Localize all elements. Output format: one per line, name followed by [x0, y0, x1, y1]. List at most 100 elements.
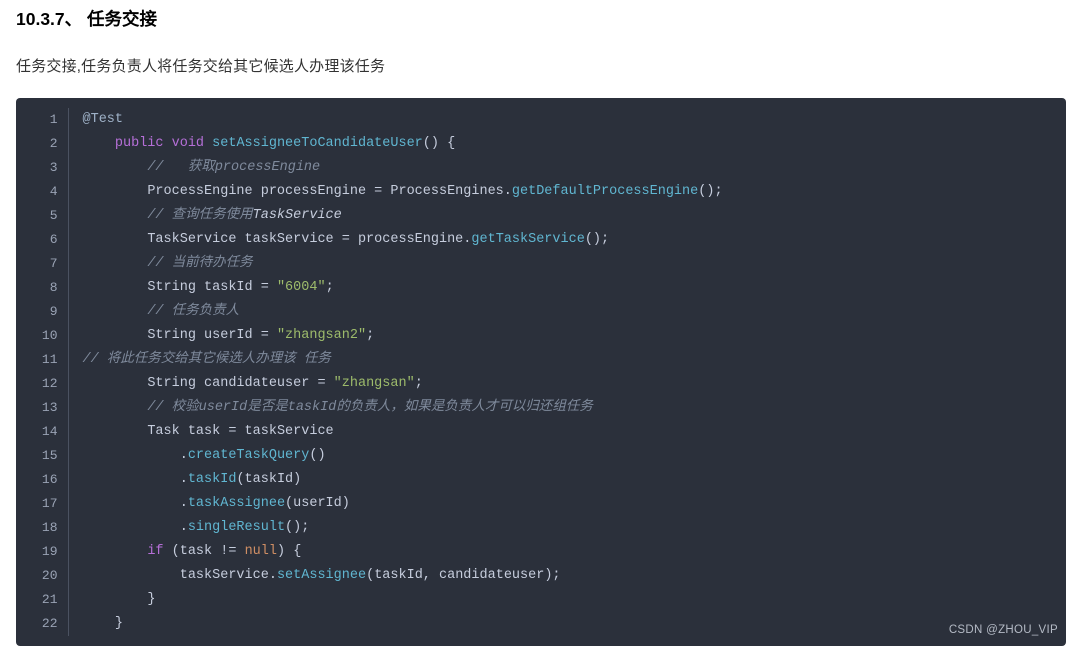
- code-cell: ProcessEngine processEngine = ProcessEng…: [68, 180, 1066, 204]
- code-token: ();: [585, 232, 609, 247]
- code-token: String candidateuser: [147, 376, 317, 391]
- code-cell: TaskService taskService = processEngine.…: [68, 228, 1066, 252]
- code-cell: .createTaskQuery(): [68, 444, 1066, 468]
- watermark: CSDN @ZHOU_VIP: [949, 618, 1058, 642]
- code-token: .: [180, 496, 188, 511]
- code-cell: // 获取processEngine: [68, 156, 1066, 180]
- line-number: 2: [16, 132, 68, 156]
- code-token: ;: [326, 280, 334, 295]
- line-number: 21: [16, 588, 68, 612]
- code-line: 4 ProcessEngine processEngine = ProcessE…: [16, 180, 1066, 204]
- code-token: singleResult: [188, 520, 285, 535]
- code-cell: String userId = "zhangsan2";: [68, 324, 1066, 348]
- line-number: 14: [16, 420, 68, 444]
- code-token: // 获取processEngine: [147, 160, 320, 175]
- code-line: 22 }: [16, 612, 1066, 636]
- code-table: 1@Test2 public void setAssigneeToCandida…: [16, 108, 1066, 636]
- code-token: (: [366, 568, 374, 583]
- code-token: =: [261, 280, 269, 295]
- code-cell: }: [68, 588, 1066, 612]
- code-token: [269, 280, 277, 295]
- code-token: taskService: [180, 568, 269, 583]
- code-line: 9 // 任务负责人: [16, 300, 1066, 324]
- code-token: }: [147, 592, 155, 607]
- code-token: ProcessEngine processEngine: [147, 184, 374, 199]
- code-cell: .taskAssignee(userId): [68, 492, 1066, 516]
- code-token: setAssigneeToCandidateUser: [212, 136, 423, 151]
- code-token: taskId: [374, 568, 423, 583]
- code-token: // 查询任务使用: [147, 208, 252, 223]
- code-token: ): [277, 544, 285, 559]
- code-line: 6 TaskService taskService = processEngin…: [16, 228, 1066, 252]
- code-token: String userId: [147, 328, 260, 343]
- code-token: ,: [423, 568, 431, 583]
- code-line: 2 public void setAssigneeToCandidateUser…: [16, 132, 1066, 156]
- line-number: 17: [16, 492, 68, 516]
- code-line: 14 Task task = taskService: [16, 420, 1066, 444]
- code-token: !=: [220, 544, 236, 559]
- code-cell: public void setAssigneeToCandidateUser()…: [68, 132, 1066, 156]
- line-number: 3: [16, 156, 68, 180]
- section-paragraph: 任务交接,任务负责人将任务交给其它候选人办理该任务: [16, 55, 1066, 76]
- code-cell: // 查询任务使用TaskService: [68, 204, 1066, 228]
- code-token: [164, 544, 172, 559]
- code-token: // 将此任务交给其它候选人办理该 任务: [83, 352, 331, 367]
- line-number: 16: [16, 468, 68, 492]
- code-token: taskService: [236, 424, 333, 439]
- code-token: TaskService: [253, 208, 342, 223]
- code-token: candidateuser: [431, 568, 544, 583]
- code-token: TaskService taskService: [147, 232, 341, 247]
- code-token: String taskId: [147, 280, 260, 295]
- code-token: null: [245, 544, 277, 559]
- code-token: // 校验userId是否是taskId的负责人，如果是负责人才可以归还组任务: [147, 400, 593, 415]
- code-cell: .taskId(taskId): [68, 468, 1066, 492]
- code-token: .: [504, 184, 512, 199]
- code-token: {: [447, 136, 455, 151]
- code-token: taskAssignee: [188, 496, 285, 511]
- code-token: setAssignee: [277, 568, 366, 583]
- line-number: 20: [16, 564, 68, 588]
- code-token: ProcessEngines: [382, 184, 504, 199]
- line-number: 5: [16, 204, 68, 228]
- code-token: (: [285, 496, 293, 511]
- code-token: [164, 136, 172, 151]
- code-token: [236, 544, 244, 559]
- code-line: 19 if (task != null) {: [16, 540, 1066, 564]
- line-number: 18: [16, 516, 68, 540]
- code-token: getTaskService: [471, 232, 584, 247]
- code-token: (: [172, 544, 180, 559]
- code-token: .: [180, 448, 188, 463]
- code-token: taskId: [245, 472, 294, 487]
- code-cell: // 任务负责人: [68, 300, 1066, 324]
- section-heading: 10.3.7、 任务交接: [16, 6, 1066, 31]
- code-line: 8 String taskId = "6004";: [16, 276, 1066, 300]
- line-number: 22: [16, 612, 68, 636]
- code-token: .: [269, 568, 277, 583]
- code-cell: // 当前待办任务: [68, 252, 1066, 276]
- code-token: [269, 328, 277, 343]
- code-token: getDefaultProcessEngine: [512, 184, 698, 199]
- code-cell: String taskId = "6004";: [68, 276, 1066, 300]
- code-cell: // 校验userId是否是taskId的负责人，如果是负责人才可以归还组任务: [68, 396, 1066, 420]
- code-cell: Task task = taskService: [68, 420, 1066, 444]
- line-number: 10: [16, 324, 68, 348]
- line-number: 6: [16, 228, 68, 252]
- code-cell: }: [68, 612, 1066, 636]
- line-number: 11: [16, 348, 68, 372]
- code-token: ();: [698, 184, 722, 199]
- code-token: ;: [415, 376, 423, 391]
- code-line: 10 String userId = "zhangsan2";: [16, 324, 1066, 348]
- code-block: 1@Test2 public void setAssigneeToCandida…: [16, 98, 1066, 646]
- code-token: .: [180, 472, 188, 487]
- code-line: 16 .taskId(taskId): [16, 468, 1066, 492]
- line-number: 4: [16, 180, 68, 204]
- code-token: (): [309, 448, 325, 463]
- line-number: 19: [16, 540, 68, 564]
- code-token: =: [342, 232, 350, 247]
- code-token: if: [147, 544, 163, 559]
- code-token: [285, 544, 293, 559]
- line-number: 13: [16, 396, 68, 420]
- code-token: // 任务负责人: [147, 304, 239, 319]
- code-line: 3 // 获取processEngine: [16, 156, 1066, 180]
- code-token: // 当前待办任务: [147, 256, 252, 271]
